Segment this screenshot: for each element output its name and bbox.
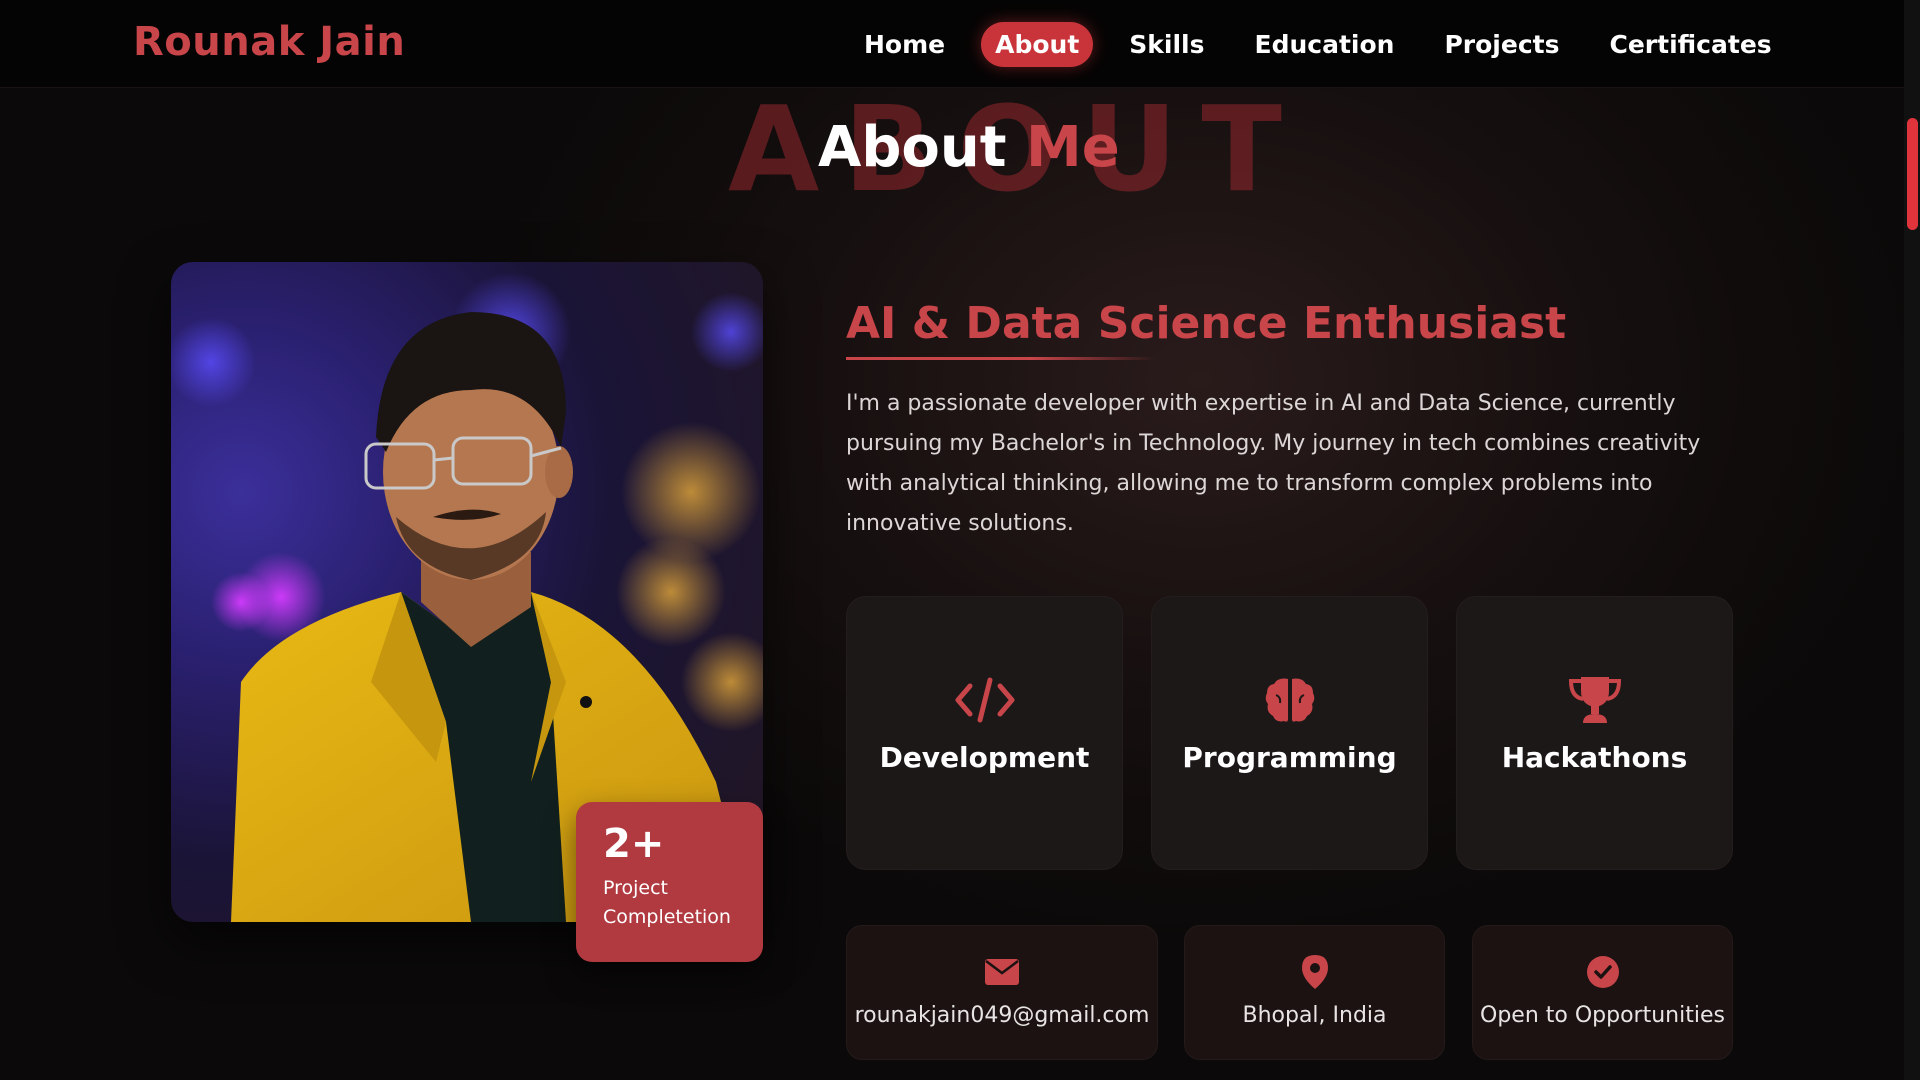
feature-label: Programming [1182, 741, 1397, 774]
nav-item-home[interactable]: Home [850, 22, 959, 67]
stat-value: 2+ [603, 821, 665, 867]
nav-item-projects[interactable]: Projects [1430, 22, 1573, 67]
info-card-availability: Open to Opportunities [1472, 925, 1733, 1060]
brand-logo[interactable]: Rounak Jain [133, 19, 405, 65]
feature-card-programming: Programming [1151, 596, 1428, 870]
nav-item-education[interactable]: Education [1241, 22, 1409, 67]
scrollbar-thumb[interactable] [1907, 118, 1918, 230]
section-title: About Me [818, 117, 1120, 179]
info-card-email[interactable]: rounakjain049@gmail.com [846, 925, 1158, 1060]
info-card-location: Bhopal, India [1184, 925, 1445, 1060]
nav-item-certificates[interactable]: Certificates [1596, 22, 1786, 67]
section-title-accent: Me [1026, 115, 1120, 180]
map-pin-icon [1301, 955, 1329, 989]
nav-menu: Home About Skills Education Projects Cer… [850, 21, 1786, 67]
location-text: Bhopal, India [1242, 1003, 1387, 1028]
availability-text: Open to Opportunities [1480, 1003, 1725, 1028]
about-subtitle: AI & Data Science Enthusiast [846, 298, 1567, 349]
check-circle-icon [1586, 955, 1620, 989]
subtitle-underline [846, 357, 1156, 360]
brain-icon [1264, 675, 1316, 725]
trophy-icon [1567, 675, 1623, 725]
code-icon [954, 675, 1016, 725]
project-stat-card: 2+ Project Completetion [576, 802, 763, 962]
email-text[interactable]: rounakjain049@gmail.com [855, 1003, 1150, 1028]
about-bio: I'm a passionate developer with expertis… [846, 391, 1701, 536]
page: Rounak Jain Home About Skills Education … [0, 0, 1920, 1080]
envelope-icon [984, 955, 1020, 989]
feature-card-hackathons: Hackathons [1456, 596, 1733, 870]
feature-label: Hackathons [1501, 741, 1688, 774]
nav-item-about[interactable]: About [981, 21, 1094, 67]
stat-label: Project Completetion [603, 877, 731, 928]
scrollbar-track[interactable] [1904, 0, 1920, 1080]
feature-label: Development [879, 741, 1090, 774]
navbar: Rounak Jain Home About Skills Education … [0, 0, 1904, 88]
feature-card-development: Development [846, 596, 1123, 870]
section-title-primary: About [818, 115, 1007, 180]
nav-item-skills[interactable]: Skills [1115, 22, 1218, 67]
